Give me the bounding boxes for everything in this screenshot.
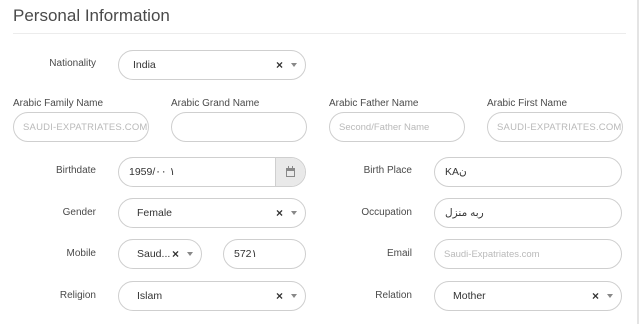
close-icon[interactable]: × xyxy=(276,289,283,303)
occupation-input[interactable]: ربه منزل xyxy=(434,198,622,228)
birth-place-label: Birth Place xyxy=(363,165,412,176)
section-title: Personal Information xyxy=(13,6,170,25)
arabic-first-name-placeholder: SAUDI-EXPATRIATES.COM xyxy=(497,121,622,133)
mobile-label: Mobile xyxy=(66,248,96,259)
arabic-family-name-label: Arabic Family Name xyxy=(13,98,104,109)
religion-select[interactable]: Islam × xyxy=(118,281,306,311)
chevron-down-icon[interactable] xyxy=(291,63,297,67)
relation-value: Mother xyxy=(453,290,486,302)
nationality-label: Nationality xyxy=(49,58,96,69)
chevron-down-icon[interactable] xyxy=(291,211,297,215)
mobile-country-select[interactable]: Saud... × xyxy=(118,239,202,269)
birth-place-input[interactable]: KAن xyxy=(434,157,622,187)
gender-select[interactable]: Female × xyxy=(118,198,306,228)
birth-place-value: KAن xyxy=(445,166,467,178)
arabic-father-name-label: Arabic Father Name xyxy=(329,98,419,109)
email-placeholder: Saudi-Expatriates.com xyxy=(444,248,540,260)
religion-value: Islam xyxy=(137,290,163,302)
close-icon[interactable]: × xyxy=(592,289,599,303)
arabic-family-name-placeholder: SAUDI-EXPATRIATES.COM xyxy=(23,121,148,133)
nationality-value: India xyxy=(133,59,156,71)
arabic-father-name-input[interactable]: Second/Father Name xyxy=(329,112,465,142)
gender-value: Female xyxy=(137,207,173,219)
arabic-father-name-placeholder: Second/Father Name xyxy=(339,121,430,133)
occupation-value: ربه منزل xyxy=(445,207,484,219)
arabic-grand-name-input[interactable] xyxy=(171,112,307,142)
religion-label: Religion xyxy=(59,290,96,301)
calendar-button[interactable] xyxy=(275,158,305,186)
calendar-icon xyxy=(286,165,295,177)
section-divider xyxy=(13,33,626,34)
close-icon[interactable]: × xyxy=(172,247,179,261)
chevron-down-icon[interactable] xyxy=(291,294,297,298)
arabic-first-name-label: Arabic First Name xyxy=(487,98,568,109)
chevron-down-icon[interactable] xyxy=(607,294,613,298)
arabic-family-name-input[interactable]: SAUDI-EXPATRIATES.COM xyxy=(13,112,149,142)
relation-label: Relation xyxy=(375,290,412,301)
birthdate-value: 1959/١ ٠٠ xyxy=(129,166,176,178)
email-label: Email xyxy=(386,248,412,259)
birthdate-label: Birthdate xyxy=(55,165,96,176)
close-icon[interactable]: × xyxy=(276,58,283,72)
email-input[interactable]: Saudi-Expatriates.com xyxy=(434,239,622,269)
chevron-down-icon[interactable] xyxy=(187,252,193,256)
arabic-grand-name-label: Arabic Grand Name xyxy=(171,98,260,109)
mobile-country-value: Saud... xyxy=(137,248,171,260)
relation-select[interactable]: Mother × xyxy=(434,281,622,311)
occupation-label: Occupation xyxy=(361,207,412,218)
mobile-number-value: 572١ xyxy=(234,248,258,260)
arabic-first-name-input[interactable]: SAUDI-EXPATRIATES.COM xyxy=(487,112,623,142)
close-icon[interactable]: × xyxy=(276,206,283,220)
mobile-number-input[interactable]: 572١ xyxy=(223,239,306,269)
birthdate-input[interactable]: 1959/١ ٠٠ xyxy=(118,157,306,187)
nationality-select[interactable]: India × xyxy=(118,50,306,80)
gender-label: Gender xyxy=(62,207,96,218)
